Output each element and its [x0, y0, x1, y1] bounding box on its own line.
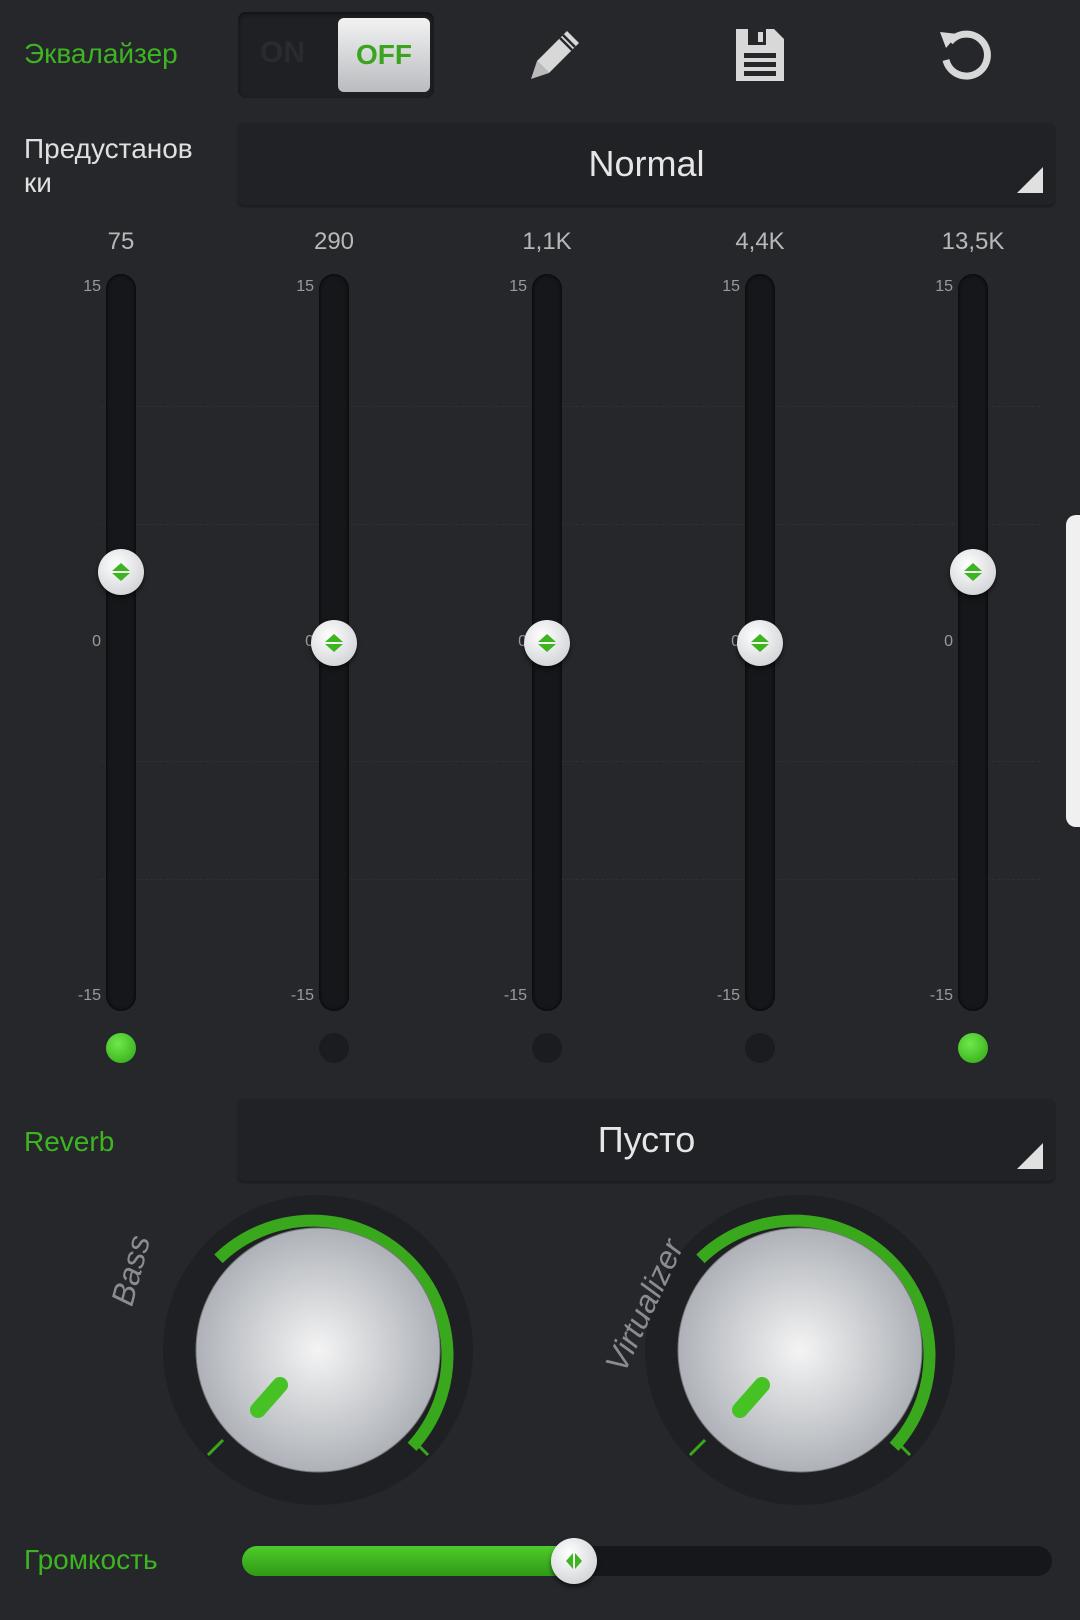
scale-min: -15 — [716, 987, 740, 1004]
scale-min: -15 — [503, 987, 527, 1004]
toggle-on-label: ON — [260, 36, 305, 69]
reset-button[interactable] — [925, 15, 1005, 95]
band-slider-track[interactable] — [958, 274, 988, 1011]
scale-max: 15 — [935, 278, 953, 295]
scale-min: -15 — [290, 987, 314, 1004]
band-slider-thumb[interactable] — [311, 619, 357, 666]
save-icon — [736, 29, 784, 81]
preset-label: Предустанов ки — [24, 133, 193, 198]
scale-mid: 0 — [305, 632, 314, 650]
scale-min: -15 — [929, 987, 953, 1004]
band-enabled-indicator[interactable] — [106, 1033, 136, 1063]
scale-min: -15 — [77, 987, 101, 1004]
band-enabled-indicator[interactable] — [319, 1033, 349, 1063]
toggle-off-label: OFF — [338, 18, 430, 92]
preset-value: Normal — [588, 143, 705, 184]
scale-max: 15 — [83, 278, 101, 295]
band-slider-thumb[interactable] — [950, 548, 996, 595]
equalizer-title: Эквалайзер — [24, 38, 178, 69]
reverb-dropdown[interactable]: Пусто — [238, 1099, 1055, 1181]
edit-button[interactable] — [515, 15, 595, 95]
preset-dropdown[interactable]: Normal — [238, 123, 1055, 205]
side-panel-handle[interactable] — [1066, 515, 1080, 827]
dropdown-arrow-icon — [1017, 167, 1043, 193]
equalizer-toggle[interactable]: ON OFF — [238, 12, 434, 98]
band-slider-thumb[interactable] — [737, 619, 783, 666]
bass-knob[interactable] — [148, 1180, 488, 1520]
volume-slider[interactable] — [242, 1538, 1052, 1584]
band-enabled-indicator[interactable] — [745, 1033, 775, 1063]
reset-icon — [940, 30, 991, 80]
virtualizer-knob[interactable] — [630, 1180, 970, 1520]
volume-label: Громкость — [24, 1544, 158, 1575]
band-slider-thumb[interactable] — [98, 548, 144, 595]
scale-max: 15 — [722, 278, 740, 295]
band-slider-thumb[interactable] — [524, 619, 570, 666]
band-enabled-indicator[interactable] — [532, 1033, 562, 1063]
scale-mid: 0 — [731, 632, 740, 650]
band-slider-track[interactable] — [106, 274, 136, 1011]
band-frequency: 13,5K — [941, 228, 1005, 255]
band-frequency: 4,4K — [735, 228, 785, 255]
volume-fill — [242, 1546, 575, 1576]
grid-line — [100, 524, 1040, 526]
dropdown-arrow-icon — [1017, 1143, 1043, 1169]
band-frequency: 1,1K — [522, 228, 572, 255]
volume-thumb[interactable] — [551, 1538, 598, 1584]
scale-max: 15 — [509, 278, 527, 295]
grid-line — [100, 406, 1040, 408]
band-frequency: 75 — [107, 228, 135, 255]
grid-line — [100, 760, 1040, 762]
scale-max: 15 — [296, 278, 314, 295]
pencil-icon — [531, 31, 579, 79]
save-button[interactable] — [720, 15, 800, 95]
grid-line — [100, 878, 1040, 880]
scale-mid: 0 — [944, 632, 953, 650]
scale-mid: 0 — [92, 632, 101, 650]
reverb-value: Пусто — [597, 1119, 696, 1160]
scale-mid: 0 — [518, 632, 527, 650]
band-frequency: 290 — [313, 228, 355, 255]
band-enabled-indicator[interactable] — [958, 1033, 988, 1063]
reverb-label: Reverb — [24, 1126, 115, 1157]
